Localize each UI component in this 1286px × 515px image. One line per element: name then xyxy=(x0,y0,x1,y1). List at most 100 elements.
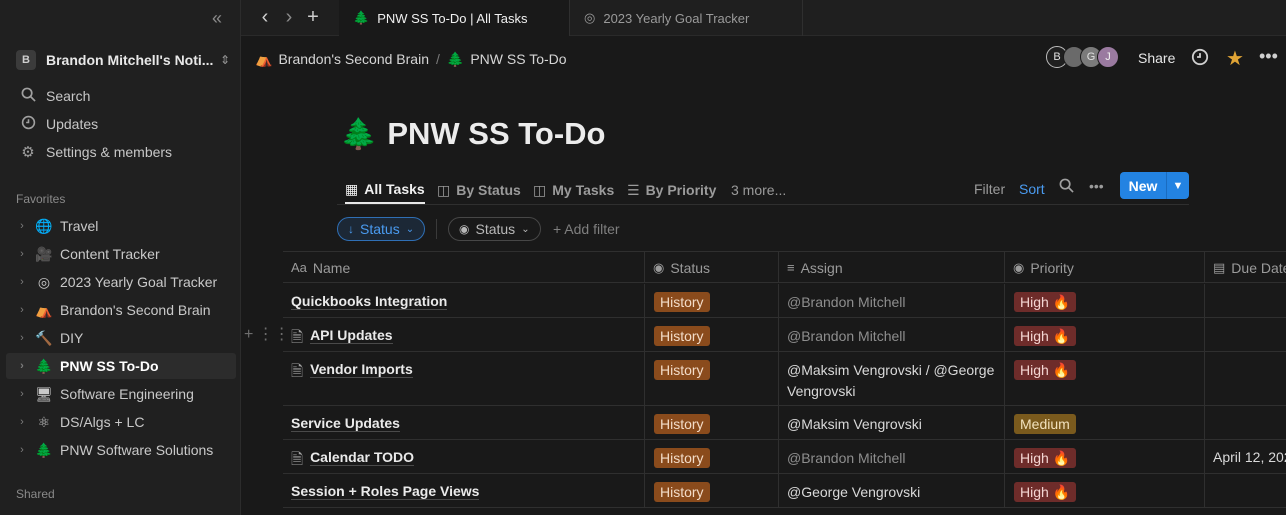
select-icon: ◉ xyxy=(1013,259,1025,275)
column-header-assign[interactable]: ≡ Assign xyxy=(779,252,1005,283)
board-icon: ◫ xyxy=(437,181,451,198)
task-name[interactable]: Session + Roles Page Views xyxy=(291,483,480,500)
avatar[interactable]: J xyxy=(1097,46,1119,68)
sidebar-item-travel[interactable]: › 🌐 Travel xyxy=(6,213,236,239)
column-header-name[interactable]: Aa Name xyxy=(283,252,645,283)
chevron-right-icon[interactable]: › xyxy=(14,416,30,428)
tab-my-tasks[interactable]: ◫ My Tasks xyxy=(533,176,614,204)
column-header-due-date[interactable]: ▤ Due Date xyxy=(1205,252,1286,283)
tab-pnw-ss-todo[interactable]: 🌲 PNW SS To-Do | All Tasks xyxy=(339,0,570,36)
cell-assign[interactable]: @George Vengrovski xyxy=(779,474,1005,507)
cell-status[interactable]: History xyxy=(645,474,779,507)
chevron-down-icon[interactable]: ▼ xyxy=(1166,172,1189,199)
table-row[interactable]: 🗎 Vendor Imports History @Maksim Vengrovski… xyxy=(283,352,1286,406)
task-name[interactable]: Vendor Imports xyxy=(310,361,413,378)
sidebar-item-search[interactable]: Search xyxy=(8,83,236,109)
back-arrow-icon[interactable]: ‹ xyxy=(255,7,275,29)
cell-due-date[interactable] xyxy=(1205,284,1286,317)
sidebar-item-content-tracker[interactable]: › 🎥 Content Tracker xyxy=(6,241,236,267)
cell-assign[interactable]: @Brandon Mitchell xyxy=(779,440,1005,473)
chevron-right-icon[interactable]: › xyxy=(14,444,30,456)
sidebar-item-second-brain[interactable]: › ⛺ Brandon's Second Brain xyxy=(6,297,236,323)
cell-priority[interactable]: High 🔥 xyxy=(1005,352,1205,405)
cell-name[interactable]: 🗎 API Updates xyxy=(283,318,645,351)
cell-priority[interactable]: High 🔥 xyxy=(1005,474,1205,507)
sidebar-item-pnw-ss-todo[interactable]: › 🌲 PNW SS To-Do xyxy=(6,353,236,379)
task-name[interactable]: Quickbooks Integration xyxy=(291,293,448,310)
share-button[interactable]: Share xyxy=(1138,50,1175,66)
cell-status[interactable]: History xyxy=(645,352,779,405)
add-filter-button[interactable]: + Add filter xyxy=(553,221,620,237)
cell-status[interactable]: History xyxy=(645,440,779,473)
cell-priority[interactable]: High 🔥 xyxy=(1005,440,1205,473)
table-row[interactable]: Session + Roles Page Views History @George… xyxy=(283,474,1286,508)
filter-button[interactable]: Filter xyxy=(974,181,1005,197)
task-name[interactable]: Calendar TODO xyxy=(310,449,415,466)
tab-all-tasks[interactable]: ▦ All Tasks xyxy=(345,176,425,204)
sidebar-item-pnw-software-solutions[interactable]: › 🌲 PNW Software Solutions xyxy=(6,437,236,463)
favorite-star-icon[interactable]: ★ xyxy=(1226,46,1244,71)
page-title-text[interactable]: PNW SS To-Do xyxy=(387,116,605,152)
chevron-right-icon[interactable]: › xyxy=(14,276,30,288)
column-header-status[interactable]: ◉ Status xyxy=(645,252,779,283)
filter-status-chip[interactable]: ◉ Status ⌄ xyxy=(448,217,541,241)
cell-status[interactable]: History xyxy=(645,406,779,439)
more-views-button[interactable]: 3 more... xyxy=(731,176,786,204)
forward-arrow-icon[interactable]: › xyxy=(279,7,299,29)
breadcrumb-current[interactable]: PNW SS To-Do xyxy=(470,51,566,67)
chevron-right-icon[interactable]: › xyxy=(14,360,30,372)
cell-name[interactable]: Session + Roles Page Views xyxy=(283,474,645,507)
cell-due-date[interactable] xyxy=(1205,474,1286,507)
cell-assign[interactable]: @Brandon Mitchell xyxy=(779,318,1005,351)
cell-priority[interactable]: Medium xyxy=(1005,406,1205,439)
cell-assign[interactable]: @Brandon Mitchell xyxy=(779,284,1005,317)
sidebar-item-diy[interactable]: › 🔨 DIY xyxy=(6,325,236,351)
cell-assign[interactable]: @Maksim Vengrovski xyxy=(779,406,1005,439)
more-options-icon[interactable]: ••• xyxy=(1089,178,1104,194)
cell-status[interactable]: History xyxy=(645,318,779,351)
cell-name[interactable]: 🗎 Calendar TODO xyxy=(283,440,645,473)
new-tab-plus-icon[interactable]: + xyxy=(303,7,323,29)
chevron-right-icon[interactable]: › xyxy=(14,388,30,400)
table-row[interactable]: Service Updates History @Maksim Vengrovski… xyxy=(283,406,1286,440)
cell-status[interactable]: History xyxy=(645,284,779,317)
cell-due-date[interactable] xyxy=(1205,406,1286,439)
table-row[interactable]: 🗎 Calendar TODO History @Brandon Mitchell Hi… xyxy=(283,440,1286,474)
cell-priority[interactable]: High 🔥 xyxy=(1005,318,1205,351)
chevron-right-icon[interactable]: › xyxy=(14,248,30,260)
collapse-sidebar-icon[interactable]: « xyxy=(207,8,227,28)
search-icon[interactable] xyxy=(1059,178,1074,196)
new-button[interactable]: New ▼ xyxy=(1120,172,1189,199)
cell-assign[interactable]: @Maksim Vengrovski / @George Vengrovski xyxy=(779,352,1005,405)
column-header-priority[interactable]: ◉ Priority xyxy=(1005,252,1205,283)
task-name[interactable]: API Updates xyxy=(310,327,393,344)
cell-due-date[interactable] xyxy=(1205,352,1286,405)
task-name[interactable]: Service Updates xyxy=(291,415,400,432)
cell-due-date[interactable]: April 12, 2023 xyxy=(1205,440,1286,473)
collaborator-avatars[interactable]: BGJ xyxy=(1046,46,1119,68)
sidebar-item-software-engineering[interactable]: › 🖥 Software Engineering xyxy=(6,381,236,407)
tab-by-status[interactable]: ◫ By Status xyxy=(437,176,521,204)
chevron-right-icon[interactable]: › xyxy=(14,332,30,344)
sort-button[interactable]: Sort xyxy=(1019,181,1045,197)
cell-due-date[interactable] xyxy=(1205,318,1286,351)
sidebar-item-ds-algs[interactable]: › ⚛ DS/Algs + LC xyxy=(6,409,236,435)
chevron-right-icon[interactable]: › xyxy=(14,304,30,316)
breadcrumb-parent[interactable]: Brandon's Second Brain xyxy=(278,51,429,67)
tab-by-priority[interactable]: ☰ By Priority xyxy=(627,176,716,204)
table-row[interactable]: 🗎 API Updates History @Brandon Mitchell High… xyxy=(283,318,1286,352)
sidebar-item-goal-tracker[interactable]: › ◎ 2023 Yearly Goal Tracker xyxy=(6,269,236,295)
sidebar-item-updates[interactable]: Updates xyxy=(8,111,236,137)
tab-goal-tracker[interactable]: ◎ 2023 Yearly Goal Tracker xyxy=(570,0,803,36)
chevron-right-icon[interactable]: › xyxy=(14,220,30,232)
sort-status-chip[interactable]: ↓ Status ⌄ xyxy=(337,217,426,241)
more-options-icon[interactable]: ••• xyxy=(1259,46,1278,67)
cell-name[interactable]: Quickbooks Integration xyxy=(283,284,645,317)
sidebar-item-settings[interactable]: ⚙ Settings & members xyxy=(8,139,236,165)
cell-name[interactable]: 🗎 Vendor Imports xyxy=(283,352,645,405)
table-row[interactable]: Quickbooks Integration History @Brandon Mi… xyxy=(283,284,1286,318)
cell-name[interactable]: Service Updates xyxy=(283,406,645,439)
history-clock-icon[interactable] xyxy=(1191,48,1209,71)
workspace-switcher[interactable]: B Brandon Mitchell's Noti... ⇕ xyxy=(8,46,234,74)
cell-priority[interactable]: High 🔥 xyxy=(1005,284,1205,317)
